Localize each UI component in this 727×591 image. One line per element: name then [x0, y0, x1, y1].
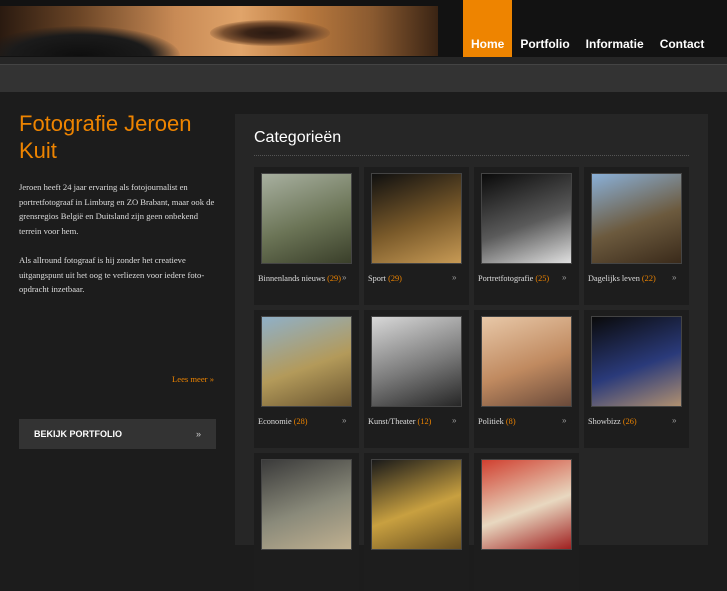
main-nav: Home Portfolio Informatie Contact	[463, 0, 712, 57]
arrow-right-icon[interactable]: »	[452, 416, 456, 425]
nav-informatie[interactable]: Informatie	[578, 37, 652, 57]
category-name: Sport	[368, 274, 386, 283]
categories-heading: Categorieën	[254, 129, 342, 146]
read-more-link[interactable]: Lees meer »	[172, 374, 214, 384]
category-card[interactable]: Showbizz (26)»	[584, 310, 689, 448]
category-caption[interactable]: Politiek (8)	[478, 416, 564, 428]
category-count: (22)	[641, 274, 656, 283]
intro-paragraph-1: Jeroen heeft 24 jaar ervaring als fotojo…	[19, 182, 215, 237]
nav-portfolio[interactable]: Portfolio	[512, 37, 577, 57]
category-name: Kunst/Theater	[368, 417, 416, 426]
category-count: (25)	[535, 274, 550, 283]
category-card[interactable]: Politiek (8)»	[474, 310, 579, 448]
arrow-right-icon[interactable]: »	[562, 273, 566, 282]
category-card[interactable]: Dagelijks leven (22)»	[584, 167, 689, 305]
camera-lens-graphic	[0, 26, 180, 56]
header: Home Portfolio Informatie Contact	[0, 0, 727, 57]
arrow-right-icon[interactable]: »	[672, 416, 676, 425]
category-photo	[262, 174, 351, 263]
category-name: Portretfotografie	[478, 274, 534, 283]
category-thumbnail[interactable]	[261, 459, 352, 550]
view-portfolio-label: BEKIJK PORTFOLIO	[34, 429, 123, 439]
category-card[interactable]: Sport (29)»	[364, 167, 469, 305]
category-caption[interactable]: Showbizz (26)	[588, 416, 674, 428]
page-title: Fotografie Jeroen Kuit	[19, 111, 192, 163]
eye-graphic	[210, 20, 330, 46]
category-thumbnail[interactable]	[371, 459, 462, 550]
category-photo	[482, 460, 571, 549]
category-thumbnail[interactable]	[261, 316, 352, 407]
category-caption[interactable]: Dagelijks leven (22)	[588, 273, 674, 285]
category-photo	[482, 317, 571, 406]
category-count: (12)	[417, 417, 432, 426]
intro-paragraph-2: Als allround fotograaf is hij zonder het…	[19, 254, 205, 295]
category-card[interactable]	[254, 453, 359, 591]
intro-section: Fotografie Jeroen Kuit Jeroen heeft 24 j…	[19, 110, 219, 297]
category-name: Economie	[258, 417, 292, 426]
category-caption[interactable]: Portretfotografie (25)	[478, 273, 564, 285]
category-card[interactable]: Kunst/Theater (12)»	[364, 310, 469, 448]
category-thumbnail[interactable]	[481, 173, 572, 264]
arrow-right-icon[interactable]: »	[452, 273, 456, 282]
category-photo	[482, 174, 571, 263]
category-photo	[372, 317, 461, 406]
category-photo	[592, 174, 681, 263]
category-card[interactable]: Binnenlands nieuws (29)»	[254, 167, 359, 305]
category-thumbnail[interactable]	[591, 173, 682, 264]
category-name: Politiek	[478, 417, 504, 426]
category-caption[interactable]: Economie (28)	[258, 416, 344, 428]
category-name: Dagelijks leven	[588, 274, 640, 283]
category-card[interactable]	[474, 453, 579, 591]
arrow-right-icon[interactable]: »	[342, 273, 346, 282]
category-thumbnail[interactable]	[371, 316, 462, 407]
category-thumbnail[interactable]	[261, 173, 352, 264]
category-photo	[372, 460, 461, 549]
category-photo	[262, 460, 351, 549]
category-card[interactable]	[364, 453, 469, 591]
category-photo	[372, 174, 461, 263]
nav-contact[interactable]: Contact	[652, 37, 713, 57]
category-photo	[592, 317, 681, 406]
category-name: Binnenlands nieuws	[258, 274, 326, 283]
category-count: (26)	[622, 417, 637, 426]
category-count: (29)	[327, 274, 341, 283]
category-card[interactable]: Portretfotografie (25)»	[474, 167, 579, 305]
category-card[interactable]: Economie (28)»	[254, 310, 359, 448]
category-thumbnail[interactable]	[481, 459, 572, 550]
nav-home[interactable]: Home	[463, 0, 513, 57]
category-thumbnail[interactable]	[591, 316, 682, 407]
category-name: Showbizz	[588, 417, 621, 426]
arrow-right-icon[interactable]: »	[672, 273, 676, 282]
category-thumbnail[interactable]	[371, 173, 462, 264]
category-photo	[262, 317, 351, 406]
arrow-right-icon: »	[195, 429, 201, 439]
arrow-right-icon[interactable]: »	[342, 416, 346, 425]
category-caption[interactable]: Binnenlands nieuws (29)	[258, 273, 344, 285]
category-caption[interactable]: Kunst/Theater (12)	[368, 416, 454, 428]
categories-panel: Categorieën Binnenlands nieuws (29)» Spor…	[235, 114, 708, 591]
category-thumbnail[interactable]	[481, 316, 572, 407]
category-caption[interactable]: Sport (29)	[368, 273, 454, 285]
category-count: (29)	[388, 274, 402, 283]
subheader-bar	[0, 57, 727, 92]
arrow-right-icon[interactable]: »	[562, 416, 566, 425]
view-portfolio-button[interactable]: BEKIJK PORTFOLIO »	[19, 419, 216, 449]
category-count: (8)	[505, 417, 516, 426]
header-banner-image	[0, 6, 438, 56]
divider	[254, 155, 689, 156]
category-count: (28)	[293, 417, 308, 426]
